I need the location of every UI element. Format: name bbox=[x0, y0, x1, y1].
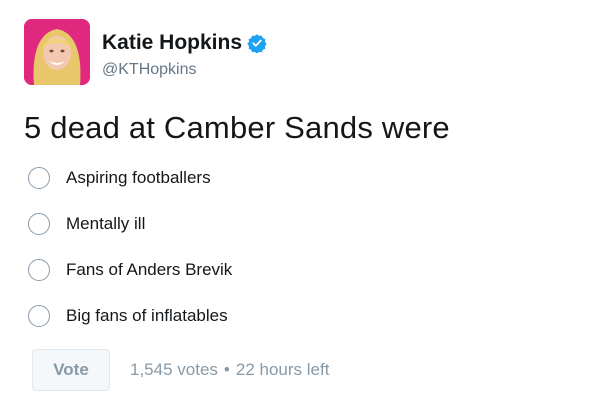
user-handle[interactable]: @KTHopkins bbox=[102, 61, 267, 79]
radio-button[interactable] bbox=[28, 259, 50, 281]
poll-footer: Vote 1,545 votes • 22 hours left bbox=[32, 349, 329, 391]
poll-options: Aspiring footballers Mentally ill Fans o… bbox=[28, 166, 232, 350]
vote-button[interactable]: Vote bbox=[32, 349, 110, 391]
radio-button[interactable] bbox=[28, 305, 50, 327]
poll-option-4[interactable]: Big fans of inflatables bbox=[28, 304, 232, 328]
separator-dot: • bbox=[223, 360, 230, 379]
avatar[interactable] bbox=[24, 19, 90, 85]
poll-option-label: Aspiring footballers bbox=[66, 168, 211, 187]
time-left: 22 hours left bbox=[235, 360, 330, 379]
avatar-photo-icon bbox=[24, 19, 90, 85]
radio-button[interactable] bbox=[28, 213, 50, 235]
poll-option-3[interactable]: Fans of Anders Brevik bbox=[28, 258, 232, 282]
tweet-header: Katie Hopkins @KTHopkins bbox=[24, 19, 267, 85]
poll-option-label: Big fans of inflatables bbox=[66, 306, 228, 325]
vote-count: 1,545 votes bbox=[130, 360, 218, 379]
radio-button[interactable] bbox=[28, 167, 50, 189]
poll-option-1[interactable]: Aspiring footballers bbox=[28, 166, 232, 190]
tweet-text: 5 dead at Camber Sands were bbox=[24, 110, 450, 145]
poll-option-2[interactable]: Mentally ill bbox=[28, 212, 232, 236]
verified-badge-icon bbox=[247, 34, 267, 53]
display-name-row[interactable]: Katie Hopkins bbox=[102, 31, 267, 55]
poll-option-label: Mentally ill bbox=[66, 214, 146, 233]
poll-meta: 1,545 votes • 22 hours left bbox=[130, 360, 329, 380]
display-name[interactable]: Katie Hopkins bbox=[102, 31, 242, 55]
poll-option-label: Fans of Anders Brevik bbox=[66, 260, 233, 279]
